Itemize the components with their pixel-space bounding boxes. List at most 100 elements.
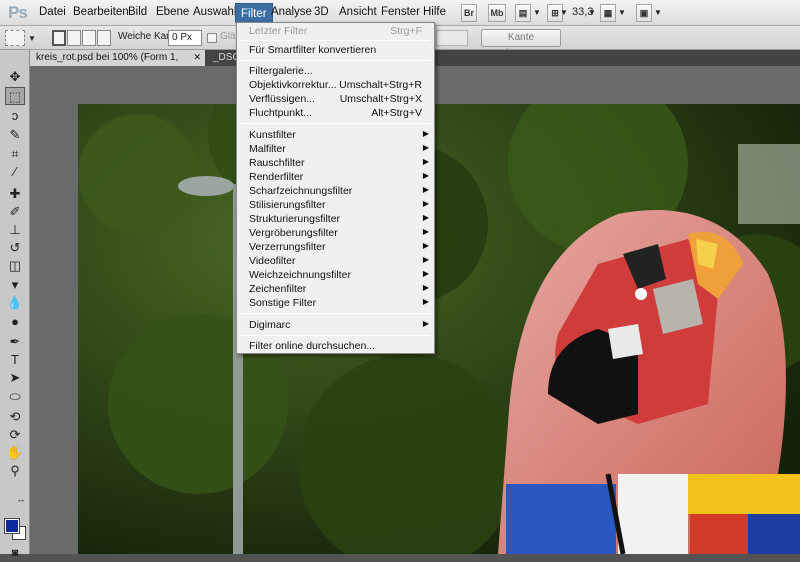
eyedropper-tool-icon[interactable]: ⁄ [5,163,25,181]
foreground-color-swatch[interactable] [5,519,19,533]
submenu-arrow-icon: ▶ [422,213,429,222]
menu-filter[interactable]: Filter [235,3,273,23]
menu-item-renderfilter[interactable]: Renderfilter ▶ [237,171,434,185]
menu-item-strukturierungsfilter[interactable]: Strukturierungsfilter ▶ [237,213,434,227]
clone-stamp-tool-icon[interactable]: ⊥ [5,221,25,239]
zoom-tool-icon[interactable]: ⚲ [5,462,25,480]
menu-item-verzerrungsfilter[interactable]: Verzerrungsfilter ▶ [237,241,434,255]
chevron-down-icon[interactable]: ▼ [618,8,626,17]
menu-item-sonstige-filter[interactable]: Sonstige Filter ▶ [237,297,434,311]
menu-item-vanishing-point[interactable]: Fluchtpunkt... Alt+Strg+V [237,107,434,121]
healing-brush-tool-icon[interactable]: ✚ [5,185,25,203]
menu-bild[interactable]: Bild [125,6,150,18]
mini-bridge-button[interactable]: Mb [488,4,506,22]
photoshop-logo: Ps [8,3,28,22]
document-image[interactable] [78,104,800,554]
3d-rotate-tool-icon[interactable]: ⟲ [5,408,25,426]
lion-sculpture-photo [78,104,800,554]
submenu-arrow-icon: ▶ [422,185,429,194]
chevron-down-icon[interactable]: ▼ [588,8,596,17]
menu-item-filter-gallery[interactable]: Filtergalerie... [237,65,434,79]
menu-item-browse-filters-online[interactable]: Filter online durchsuchen... [237,340,434,354]
tab-kreis-rot[interactable]: kreis_rot.psd bei 100% (Form 1, RGB/8) ✕ [30,50,205,78]
shape-tool-icon[interactable]: ⬭ [5,388,25,406]
menu-separator [241,60,430,61]
menu-item-malfilter[interactable]: Malfilter ▶ [237,143,434,157]
crop-tool-icon[interactable]: ⌗ [5,145,25,163]
menu-fenster[interactable]: Fenster [378,6,423,18]
submenu-arrow-icon: ▶ [422,129,429,138]
menu-datei[interactable]: Datei [36,6,69,18]
quick-select-tool-icon[interactable]: ✎ [5,126,25,144]
submenu-arrow-icon: ▶ [422,227,429,236]
chevron-down-icon[interactable]: ▼ [533,8,541,17]
quick-mask-icon[interactable]: ◙ [5,544,25,562]
chevron-down-icon[interactable]: ▼ [28,34,36,43]
marquee-tool-preset-icon[interactable] [5,30,25,46]
tools-panel: ✥ ⬚ ↄ ✎ ⌗ ⁄ ✚ ✐ ⊥ ↺ ◫ ▾ 💧 ● ✒ T ➤ ⬭ ⟲ ⟳ … [0,50,30,559]
menu-ebene[interactable]: Ebene [153,6,192,18]
submenu-arrow-icon: ▶ [422,157,429,166]
menu-separator [241,313,430,314]
pen-tool-icon[interactable]: ✒ [5,333,25,351]
menu-item-stilisierungsfilter[interactable]: Stilisierungsfilter ▶ [237,199,434,213]
menu-auswahl[interactable]: Auswahl [190,6,239,18]
close-icon[interactable]: ✕ [193,50,201,65]
chevron-down-icon[interactable]: ▼ [654,8,662,17]
new-selection-icon[interactable] [52,30,66,46]
menu-3d[interactable]: 3D [311,6,332,18]
swap-colors-icon[interactable]: ↔ [15,490,27,508]
menu-separator [241,123,430,124]
paint-bucket-tool-icon[interactable]: ▾ [5,276,25,294]
chevron-down-icon[interactable]: ▼ [560,8,568,17]
menu-ansicht[interactable]: Ansicht [336,6,380,18]
brush-tool-icon[interactable]: ✐ [5,203,25,221]
menu-item-zeichenfilter[interactable]: Zeichenfilter ▶ [237,283,434,297]
menu-bearbeiten[interactable]: Bearbeiten [70,6,132,18]
submenu-arrow-icon: ▶ [422,319,429,328]
submenu-arrow-icon: ▶ [422,199,429,208]
refine-edge-button[interactable]: Kante verbessern... [481,29,561,59]
menu-item-videofilter[interactable]: Videofilter ▶ [237,255,434,269]
height-input[interactable] [436,30,468,46]
menu-item-last-filter[interactable]: Letzter Filter Strg+F [237,25,434,39]
lasso-tool-icon[interactable]: ↄ [5,107,25,125]
subtract-selection-icon[interactable] [82,30,96,46]
menu-item-digimarc[interactable]: Digimarc ▶ [237,319,434,333]
move-tool-icon[interactable]: ✥ [5,68,25,86]
menu-item-liquify[interactable]: Verflüssigen... Umschalt+Strg+X [237,93,434,107]
intersect-selection-icon[interactable] [97,30,111,46]
add-selection-icon[interactable] [67,30,81,46]
3d-orbit-tool-icon[interactable]: ⟳ [5,426,25,444]
menu-analyse[interactable]: Analyse [268,6,315,18]
menu-item-smart-filter[interactable]: Für Smartfilter konvertieren [237,44,434,58]
menu-item-scharfzeichnungsfilter[interactable]: Scharfzeichnungsfilter ▶ [237,185,434,199]
history-brush-tool-icon[interactable]: ↺ [5,239,25,257]
rect-marquee-tool-icon[interactable]: ⬚ [5,87,25,105]
menu-separator [241,335,430,336]
menu-item-lens-correction[interactable]: Objektivkorrektur... Umschalt+Strg+R [237,79,434,93]
arrange-documents-icon[interactable]: ▦ [600,4,616,22]
submenu-arrow-icon: ▶ [422,241,429,250]
dodge-tool-icon[interactable]: ● [5,313,25,331]
menu-item-vergroeberungsfilter[interactable]: Vergröberungsfilter ▶ [237,227,434,241]
menu-item-kunstfilter[interactable]: Kunstfilter ▶ [237,129,434,143]
blur-tool-icon[interactable]: 💧 [5,294,25,312]
bridge-button[interactable]: Br [461,4,477,22]
submenu-arrow-icon: ▶ [422,171,429,180]
menu-hilfe[interactable]: Hilfe [420,6,449,18]
eraser-tool-icon[interactable]: ◫ [5,257,25,275]
submenu-arrow-icon: ▶ [422,255,429,264]
filter-menu: Letzter Filter Strg+F Für Smartfilter ko… [236,22,435,354]
view-extras-icon[interactable]: ▤ [515,4,531,22]
screen-mode-icon[interactable]: ▣ [636,4,652,22]
menu-item-weichzeichnungsfilter[interactable]: Weichzeichnungsfilter ▶ [237,269,434,283]
antialias-checkbox[interactable] [207,33,217,43]
feather-input[interactable]: 0 Px [168,30,202,46]
submenu-arrow-icon: ▶ [422,143,429,152]
hand-tool-icon[interactable]: ✋ [5,444,25,462]
path-selection-tool-icon[interactable]: ➤ [5,369,25,387]
submenu-arrow-icon: ▶ [422,297,429,306]
type-tool-icon[interactable]: T [5,351,25,369]
menu-item-rauschfilter[interactable]: Rauschfilter ▶ [237,157,434,171]
